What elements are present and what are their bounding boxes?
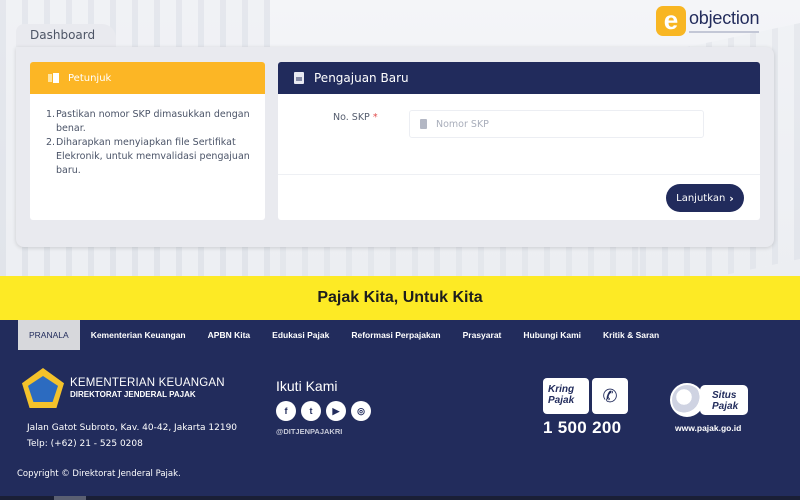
footer: PRANALA Kementerian Keuangan APBN Kita E… — [0, 320, 800, 500]
list-item: 1. Pastikan nomor SKP dimasukkan dengan … — [46, 109, 250, 134]
skp-form-row: No. SKP * — [278, 110, 760, 140]
help-card: Petunjuk 1. Pastikan nomor SKP dimasukka… — [30, 62, 265, 220]
list-item: 2. Diharapkan menyiapkan file Sertifikat… — [46, 137, 250, 176]
phone: Telp: (+62) 21 - 525 0208 — [27, 439, 143, 449]
follow-title: Ikuti Kami — [276, 378, 338, 394]
file-icon — [420, 119, 427, 129]
logo-tagline — [689, 31, 759, 33]
skp-number-input[interactable] — [436, 118, 676, 130]
contact-info: Jalan Gatot Subroto, Kav. 40-42, Jakarta… — [27, 420, 237, 452]
nav-item-kritik-saran[interactable]: Kritik & Saran — [592, 320, 670, 350]
follow-us: Ikuti Kami f t ▶ ◎ @DITJENPAJAKRI — [276, 378, 371, 436]
logo-badge: e — [656, 6, 686, 36]
nav-item-apbn-kita[interactable]: APBN Kita — [197, 320, 262, 350]
footer-nav: PRANALA Kementerian Keuangan APBN Kita E… — [18, 320, 670, 350]
new-submission-header: Pengajuan Baru — [278, 62, 760, 94]
social-links: f t ▶ ◎ — [276, 401, 371, 421]
help-list: 1. Pastikan nomor SKP dimasukkan dengan … — [30, 94, 265, 178]
logo-wordmark: objection — [689, 8, 760, 28]
kemenkeu-emblem-icon — [22, 368, 64, 408]
help-card-header: Petunjuk — [30, 62, 265, 94]
document-icon — [294, 72, 304, 84]
globe-icon — [670, 383, 704, 417]
facebook-icon[interactable]: f — [276, 401, 296, 421]
kemenkeu-logo: KEMENTERIAN KEUANGAN DIREKTORAT JENDERAL… — [22, 368, 225, 408]
phone-icon: ✆ — [592, 378, 628, 414]
new-submission-title: Pengajuan Baru — [314, 71, 409, 85]
situs-pajak-logo[interactable]: Situs Pajak www.pajak.go.id — [670, 383, 760, 433]
situs-pajak-url: www.pajak.go.id — [675, 423, 742, 433]
slogan-text: Pajak Kita, Untuk Kita — [317, 289, 483, 306]
kring-pajak-logo[interactable]: Kring Pajak ✆ 1 500 200 — [543, 378, 629, 438]
horizontal-scrollbar[interactable] — [0, 496, 800, 500]
skp-label: No. SKP * — [333, 112, 378, 123]
instagram-icon[interactable]: ◎ — [351, 401, 371, 421]
nav-item-reformasi-perpajakan[interactable]: Reformasi Perpajakan — [340, 320, 451, 350]
slogan-banner: Pajak Kita, Untuk Kita — [0, 276, 800, 320]
twitter-icon[interactable]: t — [301, 401, 321, 421]
kring-pajak-number: 1 500 200 — [543, 418, 622, 437]
scrollbar-thumb[interactable] — [54, 496, 86, 500]
org-name: KEMENTERIAN KEUANGAN — [70, 377, 225, 389]
chevron-right-icon: › — [729, 191, 734, 205]
org-subname: DIREKTORAT JENDERAL PAJAK — [70, 390, 196, 399]
continue-button[interactable]: Lanjutkan › — [666, 184, 744, 212]
nav-item-pranala[interactable]: PRANALA — [18, 320, 80, 350]
nav-item-hubungi-kami[interactable]: Hubungi Kami — [512, 320, 592, 350]
book-icon — [48, 73, 60, 83]
nav-item-prasyarat[interactable]: Prasyarat — [452, 320, 513, 350]
youtube-icon[interactable]: ▶ — [326, 401, 346, 421]
nav-item-kementerian-keuangan[interactable]: Kementerian Keuangan — [80, 320, 197, 350]
address: Jalan Gatot Subroto, Kav. 40-42, Jakarta… — [27, 423, 238, 433]
help-card-title: Petunjuk — [68, 72, 112, 84]
skp-input-wrapper[interactable] — [409, 110, 704, 138]
eobjection-logo[interactable]: e objection — [656, 6, 759, 36]
divider — [278, 174, 760, 175]
required-marker: * — [372, 112, 378, 123]
nav-item-edukasi-pajak[interactable]: Edukasi Pajak — [261, 320, 340, 350]
new-submission-card: Pengajuan Baru No. SKP * Lanjutkan › — [278, 62, 760, 220]
social-handle: @DITJENPAJAKRI — [276, 427, 343, 436]
copyright: Copyright © Direktorat Jenderal Pajak. — [17, 469, 181, 479]
